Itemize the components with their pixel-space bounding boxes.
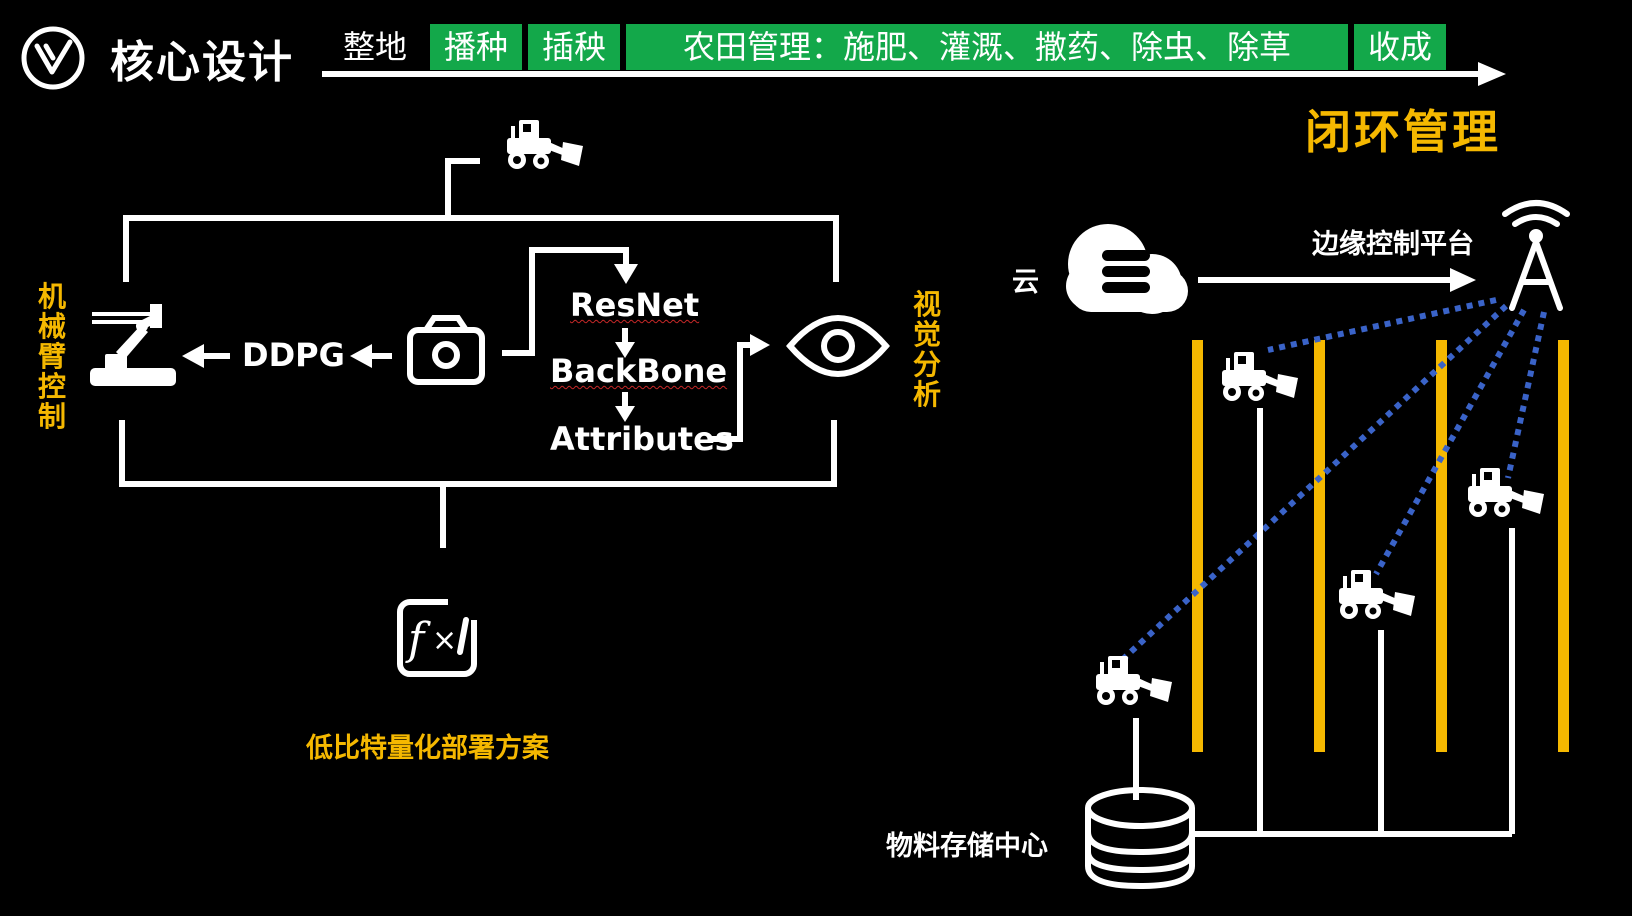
stage-sowing: 播种 — [430, 24, 522, 70]
stage-transplanting: 插秧 — [528, 24, 620, 70]
stage-harvest: 收成 — [1354, 24, 1446, 70]
slide: f × 核心设计 整地 播种 插秧 农田管理：施肥、灌溉、撒药、除虫、除草 收成… — [0, 0, 1632, 916]
quantization-deploy-label: 低比特量化部署方案 — [306, 733, 549, 764]
cloud-label: 云 — [1012, 267, 1039, 298]
storage-database-icon — [1085, 787, 1195, 890]
antenna-tower-icon — [1502, 200, 1570, 311]
arrow-ddpg-to-arm — [182, 344, 230, 368]
page-title: 核心设计 — [110, 37, 294, 88]
backbone-label: BackBone — [550, 352, 728, 390]
tractor-icon — [1222, 352, 1298, 401]
tractor-icon — [1339, 570, 1415, 619]
eye-icon — [786, 315, 890, 377]
resnet-label: ResNet — [570, 286, 700, 324]
tractor-icon — [507, 120, 583, 169]
closed-loop-label: 闭环管理 — [1305, 105, 1501, 159]
arrow-cloud-to-edge — [1198, 268, 1476, 292]
tractor-icon — [1096, 656, 1172, 705]
attributes-label: Attributes — [550, 420, 734, 458]
vision-analysis-label: 视觉分析 — [912, 288, 941, 411]
storage-center-label: 物料存储中心 — [886, 831, 1048, 862]
robot-arm-control-label: 机械臂控制 — [37, 280, 66, 433]
stage-land-prep: 整地 — [342, 28, 407, 66]
v-logo-icon — [21, 26, 85, 90]
svg-text:×: × — [432, 623, 457, 658]
robot-arm-icon — [90, 304, 176, 386]
tractor-icon — [1468, 468, 1544, 517]
edge-platform-label: 边缘控制平台 — [1312, 229, 1474, 260]
cloud-icon — [1066, 224, 1188, 314]
svg-text:f: f — [405, 614, 431, 665]
arrow-backbone-to-attributes — [615, 392, 635, 422]
stage-field-management: 农田管理：施肥、灌溉、撒药、除虫、除草 — [626, 24, 1348, 70]
arrow-camera-to-ddpg — [350, 344, 392, 368]
ddpg-label: DDPG — [242, 336, 345, 374]
camera-icon — [407, 315, 485, 385]
function-icon: f × — [397, 596, 480, 677]
